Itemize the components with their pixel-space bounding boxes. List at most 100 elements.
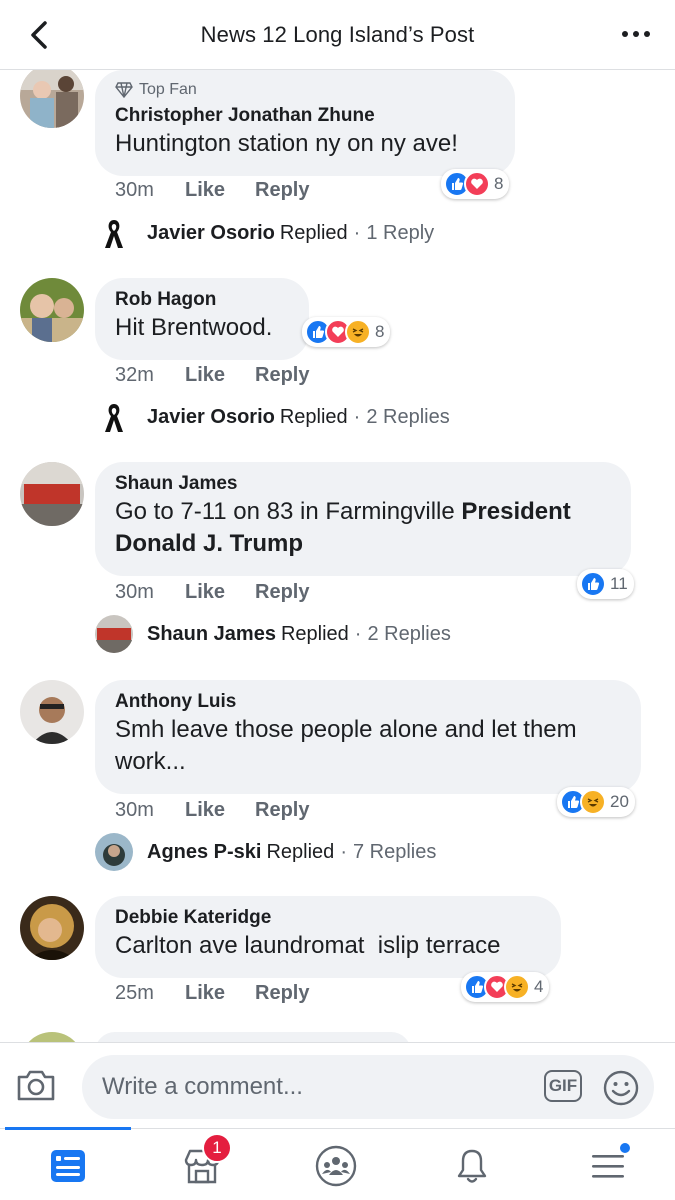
replies-link[interactable]: Javier Osorio Replied · 1 Reply — [95, 214, 434, 252]
haha-reaction-icon — [580, 789, 606, 815]
comment-actions: 30m Like Reply — [115, 581, 309, 604]
reply-count: 2 Replies — [366, 405, 450, 428]
bottom-tab-bar: 1 — [0, 1127, 675, 1200]
smiley-icon — [603, 1070, 639, 1106]
replies-link[interactable]: Shaun James Replied · 2 Replies — [95, 615, 451, 653]
reply-button[interactable]: Reply — [255, 179, 309, 202]
gif-button[interactable]: GIF — [544, 1070, 582, 1102]
dot-icon — [633, 31, 639, 37]
comment-actions: 30m Like Reply — [115, 179, 309, 202]
chevron-left-icon — [31, 21, 47, 49]
tab-groups[interactable] — [306, 1141, 366, 1191]
comment-text: Go to 7-11 on 83 in Farmingville Preside… — [115, 496, 611, 560]
haha-reaction-icon — [504, 974, 530, 1000]
comment-bubble[interactable]: Anthony Luis Smh leave those people alon… — [95, 680, 641, 794]
avatar[interactable] — [20, 462, 84, 526]
reaction-summary[interactable]: 8 — [441, 169, 510, 199]
like-button[interactable]: Like — [185, 799, 255, 822]
comment-bubble[interactable]: Shaun James Go to 7-11 on 83 in Farmingv… — [95, 462, 631, 576]
commenter-name[interactable]: Rob Hagon — [115, 288, 289, 312]
comment-text: Carlton ave laundromat islip terrace — [115, 932, 501, 959]
reply-button[interactable]: Reply — [255, 982, 309, 1005]
menu-notification-dot — [618, 1141, 632, 1155]
comment-input[interactable]: Write a comment... GIF — [82, 1055, 654, 1119]
replies-link[interactable]: Agnes P-ski Replied · 7 Replies — [95, 833, 436, 871]
avatar[interactable] — [20, 278, 84, 342]
reply-count: 7 Replies — [352, 840, 437, 863]
groups-icon — [315, 1145, 357, 1187]
reply-button[interactable]: Reply — [255, 364, 309, 387]
separator: · — [340, 840, 347, 863]
avatar — [95, 833, 133, 871]
reaction-summary[interactable]: 11 — [577, 569, 634, 599]
commenter-name[interactable]: Anthony Luis — [115, 690, 621, 714]
comment-text: Hit Brentwood. — [115, 314, 273, 341]
reply-button[interactable]: Reply — [255, 581, 309, 604]
more-options-button[interactable] — [619, 22, 653, 46]
tab-notifications[interactable] — [442, 1141, 502, 1191]
replies-link[interactable]: Javier Osorio Replied · 2 Replies — [95, 398, 450, 436]
comment-composer: Write a comment... GIF — [0, 1042, 675, 1128]
commenter-name[interactable]: Debbie Kateridge — [115, 906, 541, 930]
camera-button[interactable] — [14, 1063, 58, 1107]
separator: · — [354, 622, 362, 645]
tab-news-feed[interactable] — [38, 1141, 98, 1191]
dot-icon — [622, 31, 628, 37]
reaction-count: 11 — [610, 574, 628, 593]
reaction-summary[interactable]: 8 — [302, 317, 391, 347]
replier-name: Javier Osorio — [147, 405, 275, 428]
avatar — [95, 398, 133, 436]
like-button[interactable]: Like — [185, 364, 255, 387]
comment-actions: 32m Like Reply — [115, 364, 309, 387]
active-tab-indicator — [5, 1127, 131, 1130]
avatar[interactable] — [20, 680, 84, 744]
avatar — [95, 615, 133, 653]
reaction-summary[interactable]: 20 — [557, 787, 635, 817]
timestamp: 30m — [115, 799, 154, 821]
comment-feed[interactable]: Top Fan Christopher Jonathan Zhune Hunti… — [0, 70, 675, 1042]
comment-bubble[interactable]: Debbie Kateridge Carlton ave laundromat … — [95, 896, 561, 978]
separator: · — [353, 221, 361, 244]
bell-icon — [457, 1149, 487, 1183]
comment-bubble[interactable] — [95, 1032, 411, 1042]
diamond-icon — [115, 82, 133, 98]
news-feed-icon — [51, 1150, 85, 1182]
reaction-count: 8 — [494, 174, 504, 193]
sticker-button[interactable] — [602, 1069, 640, 1107]
like-button[interactable]: Like — [185, 982, 255, 1005]
replier-name: Javier Osorio — [147, 221, 275, 244]
replier-name: Agnes P-ski — [147, 840, 262, 863]
reaction-count: 20 — [610, 792, 629, 811]
replied-label: Replied — [266, 840, 335, 863]
reply-button[interactable]: Reply — [255, 799, 309, 822]
camera-icon — [17, 1070, 55, 1101]
commenter-name[interactable]: Christopher Jonathan Zhune — [115, 104, 495, 128]
like-button[interactable]: Like — [185, 581, 255, 604]
comment-bubble[interactable]: Rob Hagon Hit Brentwood. — [95, 278, 309, 360]
avatar[interactable] — [20, 1032, 84, 1042]
replied-label: Replied — [279, 221, 348, 244]
separator: · — [353, 405, 361, 428]
marketplace-badge: 1 — [202, 1133, 232, 1163]
avatar[interactable] — [20, 896, 84, 960]
avatar[interactable] — [20, 70, 84, 128]
reaction-summary[interactable]: 4 — [461, 972, 550, 1002]
love-reaction-icon — [464, 171, 490, 197]
reply-count: 2 Replies — [367, 622, 451, 645]
commenter-name[interactable]: Shaun James — [115, 472, 611, 496]
avatar — [95, 214, 133, 252]
reaction-count: 4 — [534, 977, 544, 996]
timestamp: 30m — [115, 581, 154, 603]
like-button[interactable]: Like — [185, 179, 255, 202]
comment-placeholder: Write a comment... — [102, 1073, 303, 1100]
comment-actions: 25m Like Reply — [115, 982, 309, 1005]
top-fan-badge: Top Fan — [115, 80, 495, 100]
haha-reaction-icon — [345, 319, 371, 345]
comment-text-plain: Go to 7-11 on 83 in Farmingville — [115, 498, 462, 525]
comment-text: Smh leave those people alone and let the… — [115, 716, 577, 775]
timestamp: 32m — [115, 364, 154, 386]
back-button[interactable] — [24, 18, 54, 52]
reply-count: 1 Reply — [366, 221, 435, 244]
replied-label: Replied — [280, 622, 349, 645]
comment-bubble[interactable]: Top Fan Christopher Jonathan Zhune Hunti… — [95, 70, 515, 176]
